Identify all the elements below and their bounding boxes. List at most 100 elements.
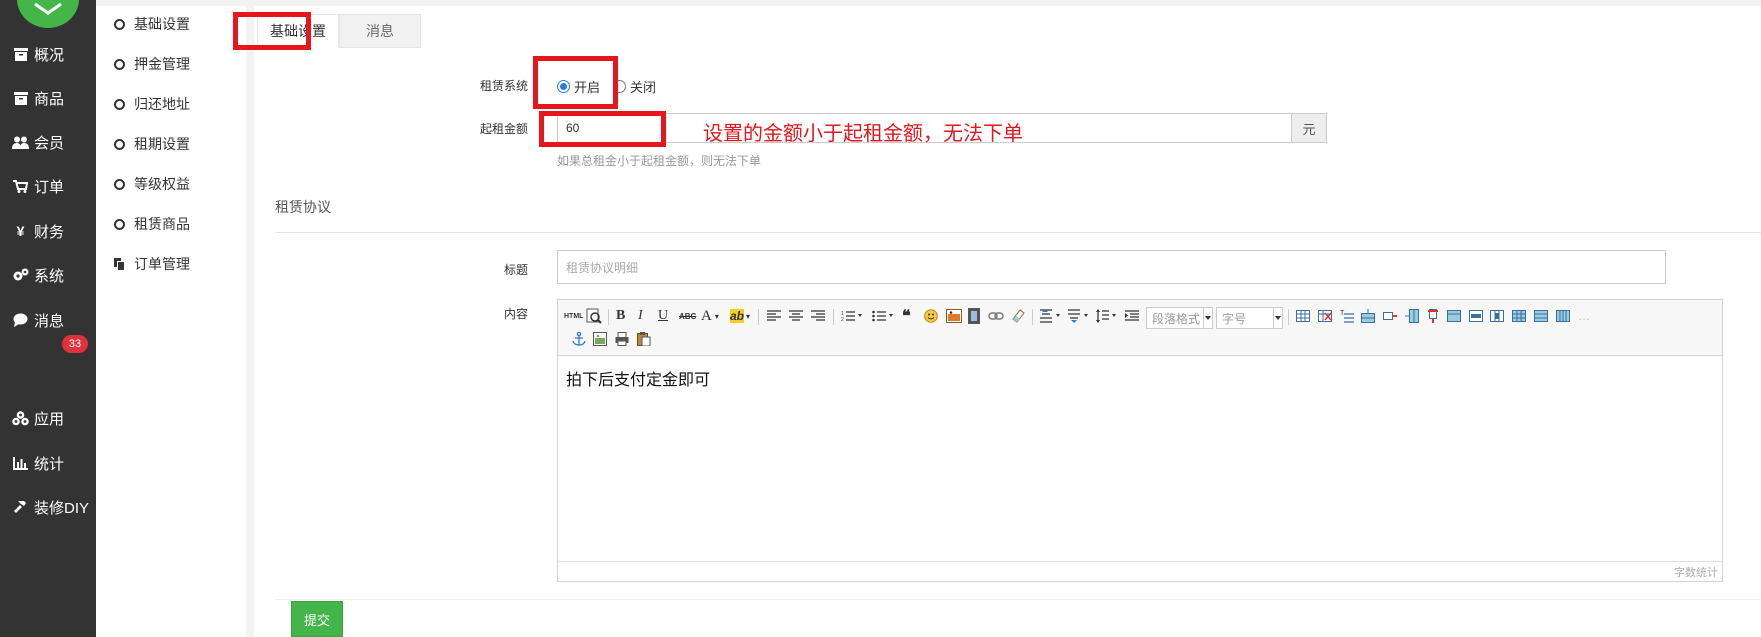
nav-item-messages[interactable]: 消息 [0,305,96,335]
cogs-icon [11,266,30,284]
merge-right-icon[interactable] [1469,307,1483,325]
chevron-down-icon [1273,308,1282,328]
toolbar-separator [758,309,759,325]
nav-item-label: 消息 [34,312,65,330]
insert-row-icon[interactable] [1361,307,1375,325]
toolbar-separator [1032,309,1033,325]
nav-item-stats[interactable]: 统计 [0,448,96,478]
strikethrough-icon[interactable]: ABC [679,307,696,325]
align-center-icon[interactable] [789,307,803,325]
tab-basic-settings[interactable]: 基础设置 [257,14,339,48]
html-source-icon[interactable]: HTML [564,307,583,325]
align-right-icon[interactable] [811,307,825,325]
submenu-item-deposit[interactable]: 押金管理 [114,51,190,77]
submit-button[interactable]: 提交 [291,601,343,637]
paste-icon[interactable] [637,330,651,348]
brand-logo[interactable] [17,0,79,28]
font-color-icon[interactable]: A ▾ [701,307,719,325]
sub-nav: 基础设置 押金管理 归还地址 租期设置 等级权益 租赁商品 订单管理 [96,6,246,637]
split-rows-icon[interactable] [1534,307,1548,325]
submenu-item-lease-term[interactable]: 租期设置 [114,131,190,157]
blockquote-icon[interactable]: ❝ [902,307,911,325]
split-cells-icon[interactable] [1512,307,1526,325]
agreement-section-title: 租赁协议 [275,199,331,215]
editor-content[interactable]: 拍下后支付定金即可 [566,366,710,390]
insert-paragraph-before-table-icon[interactable]: T [1340,307,1354,325]
merge-cells-icon[interactable] [1447,307,1461,325]
font-size-select[interactable]: 字号 [1216,307,1283,329]
eraser-icon[interactable] [1010,307,1026,325]
content-label: 内容 [504,307,529,321]
submenu-item-label: 等级权益 [134,176,190,192]
nav-item-system[interactable]: 系统 [0,260,96,290]
indent-icon[interactable] [1125,307,1139,325]
nav-item-label: 商品 [34,90,65,108]
cart-icon [11,177,30,195]
line-height-icon[interactable] [1095,307,1119,325]
min-amount-help: 如果总租金小于起租金额，则无法下单 [557,154,762,168]
paragraph-format-select[interactable]: 段落格式 [1146,307,1213,329]
insert-table-icon[interactable] [1296,307,1310,325]
svg-text:2: 2 [841,317,844,322]
bar-chart-icon [11,454,30,472]
submenu-item-lease-goods[interactable]: 租赁商品 [114,211,190,237]
highlight-color-icon[interactable]: ab ▾ [730,307,750,325]
toolbar-separator [833,309,834,325]
nav-item-finance[interactable]: ¥ 财务 [0,216,96,246]
currency-unit-addon: 元 [1291,113,1327,143]
submenu-item-label: 基础设置 [134,16,190,32]
nav-item-overview[interactable]: 概况 [0,39,96,69]
nav-item-label: 会员 [34,134,65,152]
insert-image-icon[interactable] [946,307,962,325]
nav-item-diy[interactable]: 装修DIY [0,492,96,522]
app-root: 概况 商品 会员 订单 ¥ 财务 系统 消息 33 应用 统计 装修DIY 基础… [0,0,1761,637]
link-icon[interactable] [988,307,1004,325]
italic-icon[interactable]: I [638,307,643,325]
title-label: 标题 [504,263,529,277]
rich-text-editor[interactable]: HTML B I U ABC A ▾ ab ▾ 12 ❝ 段落格式 字号 T …… [557,299,1723,582]
delete-table-icon[interactable] [1318,307,1332,325]
nav-item-members[interactable]: 会员 [0,127,96,157]
align-left-icon[interactable] [767,307,781,325]
goods-icon [11,89,30,107]
ordered-list-icon[interactable]: 12 [841,307,863,325]
nav-item-label: 系统 [34,267,65,285]
insert-video-icon[interactable] [968,307,980,325]
dashboard-icon [11,45,30,63]
merge-down-icon[interactable] [1490,307,1504,325]
bold-icon[interactable]: B [616,307,625,325]
split-columns-icon[interactable] [1556,307,1570,325]
row-spacing-bottom-icon[interactable] [1067,307,1091,325]
unordered-list-icon[interactable] [872,307,894,325]
annotation-text: 设置的金额小于起租金额，无法下单 [703,123,1023,145]
delete-row-icon[interactable] [1383,307,1397,325]
delete-column-icon[interactable] [1426,307,1440,325]
submenu-item-basic-settings[interactable]: 基础设置 [114,11,190,37]
submenu-item-level-rights[interactable]: 等级权益 [114,171,190,197]
image-gallery-icon[interactable] [593,330,607,348]
anchor-icon[interactable] [572,330,586,348]
agreement-title-input[interactable]: 租赁协议明细 [557,250,1666,284]
insert-column-icon[interactable] [1405,307,1419,325]
submenu-item-return-address[interactable]: 归还地址 [114,91,190,117]
submenu-item-order-management[interactable]: 订单管理 [114,251,190,277]
circle-icon [114,138,125,150]
nav-item-apps[interactable]: 应用 [0,403,96,433]
editor-toolbar: HTML B I U ABC A ▾ ab ▾ 12 ❝ 段落格式 字号 T … [558,300,1722,356]
more-tools-icon[interactable]: … [1578,307,1590,325]
nav-item-orders[interactable]: 订单 [0,171,96,201]
nav-item-goods[interactable]: 商品 [0,83,96,113]
nav-item-label: 统计 [34,455,65,473]
emoticon-icon[interactable] [924,307,938,325]
yen-icon: ¥ [16,223,25,239]
lease-on-radio[interactable]: 开启 [557,77,600,96]
row-spacing-top-icon[interactable] [1039,307,1063,325]
submenu-item-label: 归还地址 [134,96,190,112]
underline-icon[interactable]: U [658,307,668,325]
preview-icon[interactable] [586,307,602,325]
cubes-icon [11,409,30,427]
toolbar-separator [608,309,609,325]
print-icon[interactable] [615,330,629,348]
tab-messages[interactable]: 消息 [339,14,421,48]
lease-off-radio[interactable]: 关闭 [613,77,656,96]
